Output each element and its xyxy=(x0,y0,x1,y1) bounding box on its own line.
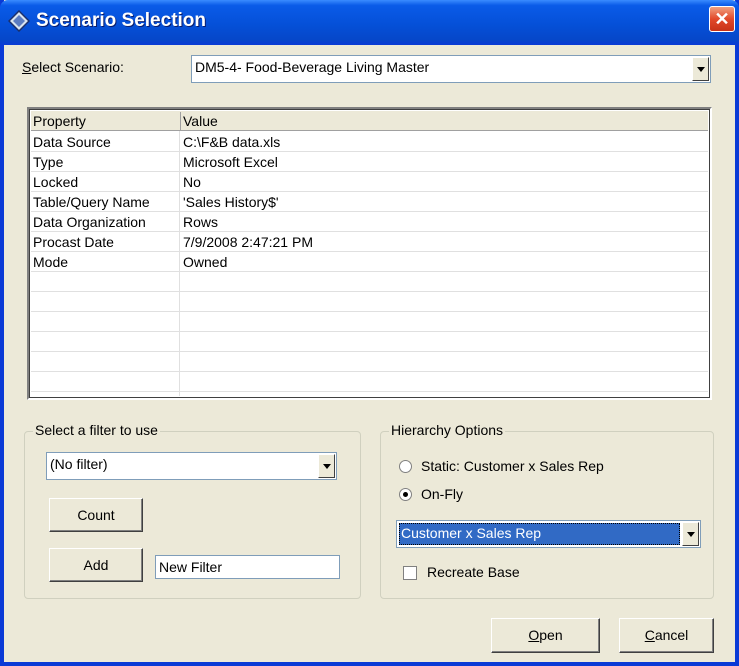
select-scenario-label: Select Scenario: xyxy=(22,59,124,75)
close-icon: ✕ xyxy=(714,9,730,29)
value-cell: No xyxy=(183,174,201,190)
scenario-value: DM5-4- Food-Beverage Living Master xyxy=(195,59,430,75)
static-radio[interactable] xyxy=(399,460,412,473)
grid-header: Property Value xyxy=(31,111,708,131)
chevron-down-icon[interactable] xyxy=(318,454,335,478)
table-row[interactable]: Type Microsoft Excel xyxy=(31,152,708,172)
title-bar[interactable]: Scenario Selection ✕ xyxy=(0,0,739,45)
value-cell: Microsoft Excel xyxy=(183,154,278,170)
scenario-dropdown[interactable]: DM5-4- Food-Beverage Living Master xyxy=(191,55,711,83)
table-row[interactable] xyxy=(31,312,708,332)
close-button[interactable]: ✕ xyxy=(709,6,735,32)
table-row[interactable] xyxy=(31,372,708,392)
value-cell: 7/9/2008 2:47:21 PM xyxy=(183,234,313,250)
static-radio-label[interactable]: Static: Customer x Sales Rep xyxy=(421,458,604,474)
cancel-button[interactable]: Cancel xyxy=(619,618,714,653)
column-header-value[interactable]: Value xyxy=(181,112,708,130)
add-button[interactable]: Add xyxy=(49,548,143,582)
filter-name-input[interactable]: New Filter xyxy=(155,555,340,579)
diamond-app-icon xyxy=(8,10,30,32)
table-row[interactable]: Locked No xyxy=(31,172,708,192)
table-row[interactable]: Data Source C:\F&B data.xls xyxy=(31,132,708,152)
table-row[interactable]: Mode Owned xyxy=(31,252,708,272)
chevron-down-icon[interactable] xyxy=(692,57,709,81)
hierarchy-groupbox: Hierarchy Options Static: Customer x Sal… xyxy=(380,422,714,599)
table-row[interactable] xyxy=(31,352,708,372)
hierarchy-dropdown[interactable]: Customer x Sales Rep xyxy=(396,520,701,548)
chevron-down-icon[interactable] xyxy=(682,522,699,546)
property-cell: Data Organization xyxy=(33,214,146,230)
property-cell: Type xyxy=(33,154,64,170)
property-cell: Data Source xyxy=(33,134,111,150)
table-row[interactable]: Table/Query Name 'Sales History$' xyxy=(31,192,708,212)
open-button[interactable]: Open xyxy=(491,618,600,653)
value-cell: C:\F&B data.xls xyxy=(183,134,281,150)
value-cell: 'Sales History$' xyxy=(183,194,279,210)
recreate-base-checkbox[interactable] xyxy=(403,566,417,580)
table-row[interactable]: Procast Date 7/9/2008 2:47:21 PM xyxy=(31,232,708,252)
scenario-selection-dialog: Scenario Selection ✕ Select Scenario: DM… xyxy=(0,0,739,666)
value-cell: Rows xyxy=(183,214,219,230)
filter-groupbox: Select a filter to use (No filter) Count… xyxy=(24,422,361,599)
property-cell: Table/Query Name xyxy=(33,194,150,210)
value-cell: Owned xyxy=(183,254,228,270)
property-cell: Procast Date xyxy=(33,234,114,250)
hierarchy-group-label: Hierarchy Options xyxy=(389,422,506,438)
property-cell: Mode xyxy=(33,254,69,270)
filter-value: (No filter) xyxy=(50,456,108,472)
table-row[interactable]: Data Organization Rows xyxy=(31,212,708,232)
filter-group-label: Select a filter to use xyxy=(33,422,160,438)
filter-dropdown[interactable]: (No filter) xyxy=(46,452,337,480)
table-row[interactable] xyxy=(31,272,708,292)
onfly-radio[interactable] xyxy=(399,488,412,501)
count-button[interactable]: Count xyxy=(49,498,143,532)
properties-grid[interactable]: Property Value Data Source C:\F&B data.xl… xyxy=(27,107,712,400)
recreate-base-label[interactable]: Recreate Base xyxy=(427,564,520,580)
column-header-property[interactable]: Property xyxy=(31,112,181,130)
onfly-radio-label[interactable]: On-Fly xyxy=(421,486,463,502)
property-cell: Locked xyxy=(33,174,79,190)
hierarchy-value: Customer x Sales Rep xyxy=(399,523,680,545)
table-row[interactable] xyxy=(31,332,708,352)
window-title: Scenario Selection xyxy=(36,10,207,31)
table-row[interactable] xyxy=(31,292,708,312)
